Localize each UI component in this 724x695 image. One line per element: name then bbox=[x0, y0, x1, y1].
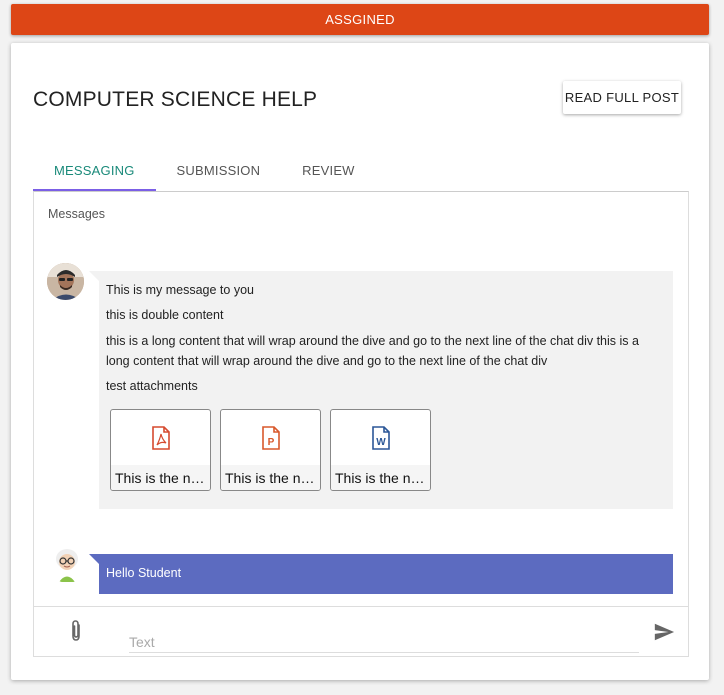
page-title: COMPUTER SCIENCE HELP bbox=[33, 88, 318, 111]
paperclip-icon[interactable] bbox=[66, 619, 86, 643]
messages-label: Messages bbox=[48, 207, 105, 221]
message-composer bbox=[34, 606, 688, 656]
svg-text:W: W bbox=[376, 437, 386, 448]
word-file-icon: W bbox=[371, 425, 390, 450]
attachment-name: This is the name of the file bbox=[331, 465, 430, 490]
message-input[interactable] bbox=[129, 629, 639, 653]
attachment-card[interactable]: This is the name of the file bbox=[110, 409, 211, 491]
message-bubble: This is my message to you this is double… bbox=[89, 271, 673, 509]
message-text: test attachments bbox=[106, 379, 198, 393]
messages-panel: Messages This is my message to you this … bbox=[33, 191, 689, 657]
post-card: COMPUTER SCIENCE HELP READ FULL POST MES… bbox=[11, 43, 709, 680]
user-photo-avatar bbox=[47, 263, 84, 300]
ppt-file-icon: P bbox=[261, 425, 280, 450]
attachment-card[interactable]: P This is the name of the file bbox=[220, 409, 321, 491]
tab-review[interactable]: REVIEW bbox=[281, 151, 375, 191]
status-banner: ASSGINED bbox=[11, 4, 709, 35]
send-icon[interactable] bbox=[653, 621, 675, 643]
tab-submission[interactable]: SUBMISSION bbox=[156, 151, 282, 191]
read-full-post-button[interactable]: READ FULL POST bbox=[563, 81, 681, 114]
message-text: this is double content bbox=[106, 308, 224, 322]
svg-text:P: P bbox=[267, 437, 274, 448]
message-text: Hello Student bbox=[106, 566, 182, 580]
attachment-card[interactable]: W This is the name of the file bbox=[330, 409, 431, 491]
message-text: This is my message to you bbox=[106, 283, 254, 297]
message-bubble: Hello Student bbox=[89, 554, 673, 594]
tab-bar: MESSAGING SUBMISSION REVIEW bbox=[33, 151, 376, 191]
message-text: this is a long content that will wrap ar… bbox=[106, 334, 639, 368]
tab-messaging[interactable]: MESSAGING bbox=[33, 151, 156, 191]
attachment-name: This is the name of the file bbox=[221, 465, 320, 490]
attachment-name: This is the name of the file bbox=[111, 465, 210, 490]
tutor-cartoon-avatar bbox=[49, 546, 86, 583]
pdf-file-icon bbox=[151, 425, 170, 450]
